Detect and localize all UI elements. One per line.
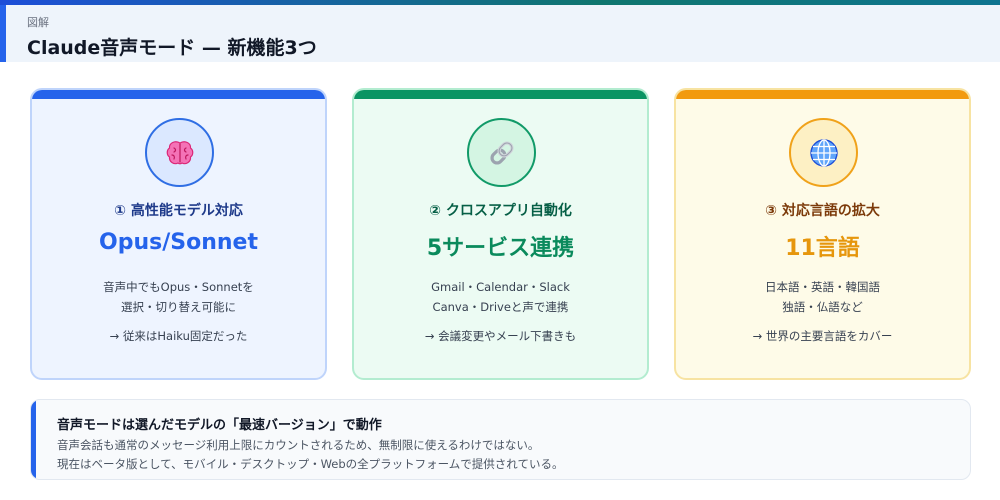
card-metric: 5サービス連携 [426,236,575,261]
card-note: → 会議変更やメール下書きも [424,329,577,343]
info-accent [31,400,36,479]
feature-card-models: ① 高性能モデル対応 Opus/Sonnet 音声中でもOpus・Sonnetを… [30,88,327,380]
info-text-line: 現在はベータ版として、モバイル・デスクトップ・Webの全プラットフォームで提供さ… [57,457,564,471]
card-description-line: Canva・Driveと声で連携 [432,300,569,314]
card-heading: ① 高性能モデル対応 [114,203,243,219]
card-heading: ② クロスアプリ自動化 [429,203,572,219]
card-description: 日本語・英語・韓国語 独語・仏語など [676,277,969,317]
card-top-bar [676,90,969,99]
card-metric: 11言語 [785,236,860,261]
page-header: 図解 Claude音声モード — 新機能3つ [0,5,1000,62]
info-callout: 音声モードは選んだモデルの「最速バージョン」で動作 音声会話も通常のメッセージ利… [30,399,971,480]
card-description-line: 音声中でもOpus・Sonnetを [103,280,254,294]
card-note: → 従来はHaiku固定だった [109,329,248,343]
card-description-line: 選択・切り替え可能に [121,300,236,314]
card-description-line: 日本語・英語・韓国語 [765,280,880,294]
eyebrow-label: 図解 [27,16,49,29]
card-top-bar [354,90,647,99]
brain-icon [145,118,214,187]
header-accent [0,5,6,62]
card-description-line: 独語・仏語など [782,300,863,314]
card-heading: ③ 対応言語の拡大 [765,203,880,219]
page-title: Claude音声モード — 新機能3つ [27,37,317,59]
info-title: 音声モードは選んだモデルの「最速バージョン」で動作 [57,418,382,433]
card-metric: Opus/Sonnet [99,230,258,255]
link-icon [467,118,536,187]
card-description: Gmail・Calendar・Slack Canva・Driveと声で連携 [354,277,647,317]
card-note: → 世界の主要言語をカバー [752,329,893,343]
card-description-line: Gmail・Calendar・Slack [431,280,570,294]
card-description: 音声中でもOpus・Sonnetを 選択・切り替え可能に [32,277,325,317]
feature-card-languages: ③ 対応言語の拡大 11言語 日本語・英語・韓国語 独語・仏語など → 世界の主… [674,88,971,380]
feature-card-automation: ② クロスアプリ自動化 5サービス連携 Gmail・Calendar・Slack… [352,88,649,380]
globe-icon [789,118,858,187]
card-top-bar [32,90,325,99]
info-text-line: 音声会話も通常のメッセージ利用上限にカウントされるため、無制限に使えるわけではな… [57,438,540,452]
